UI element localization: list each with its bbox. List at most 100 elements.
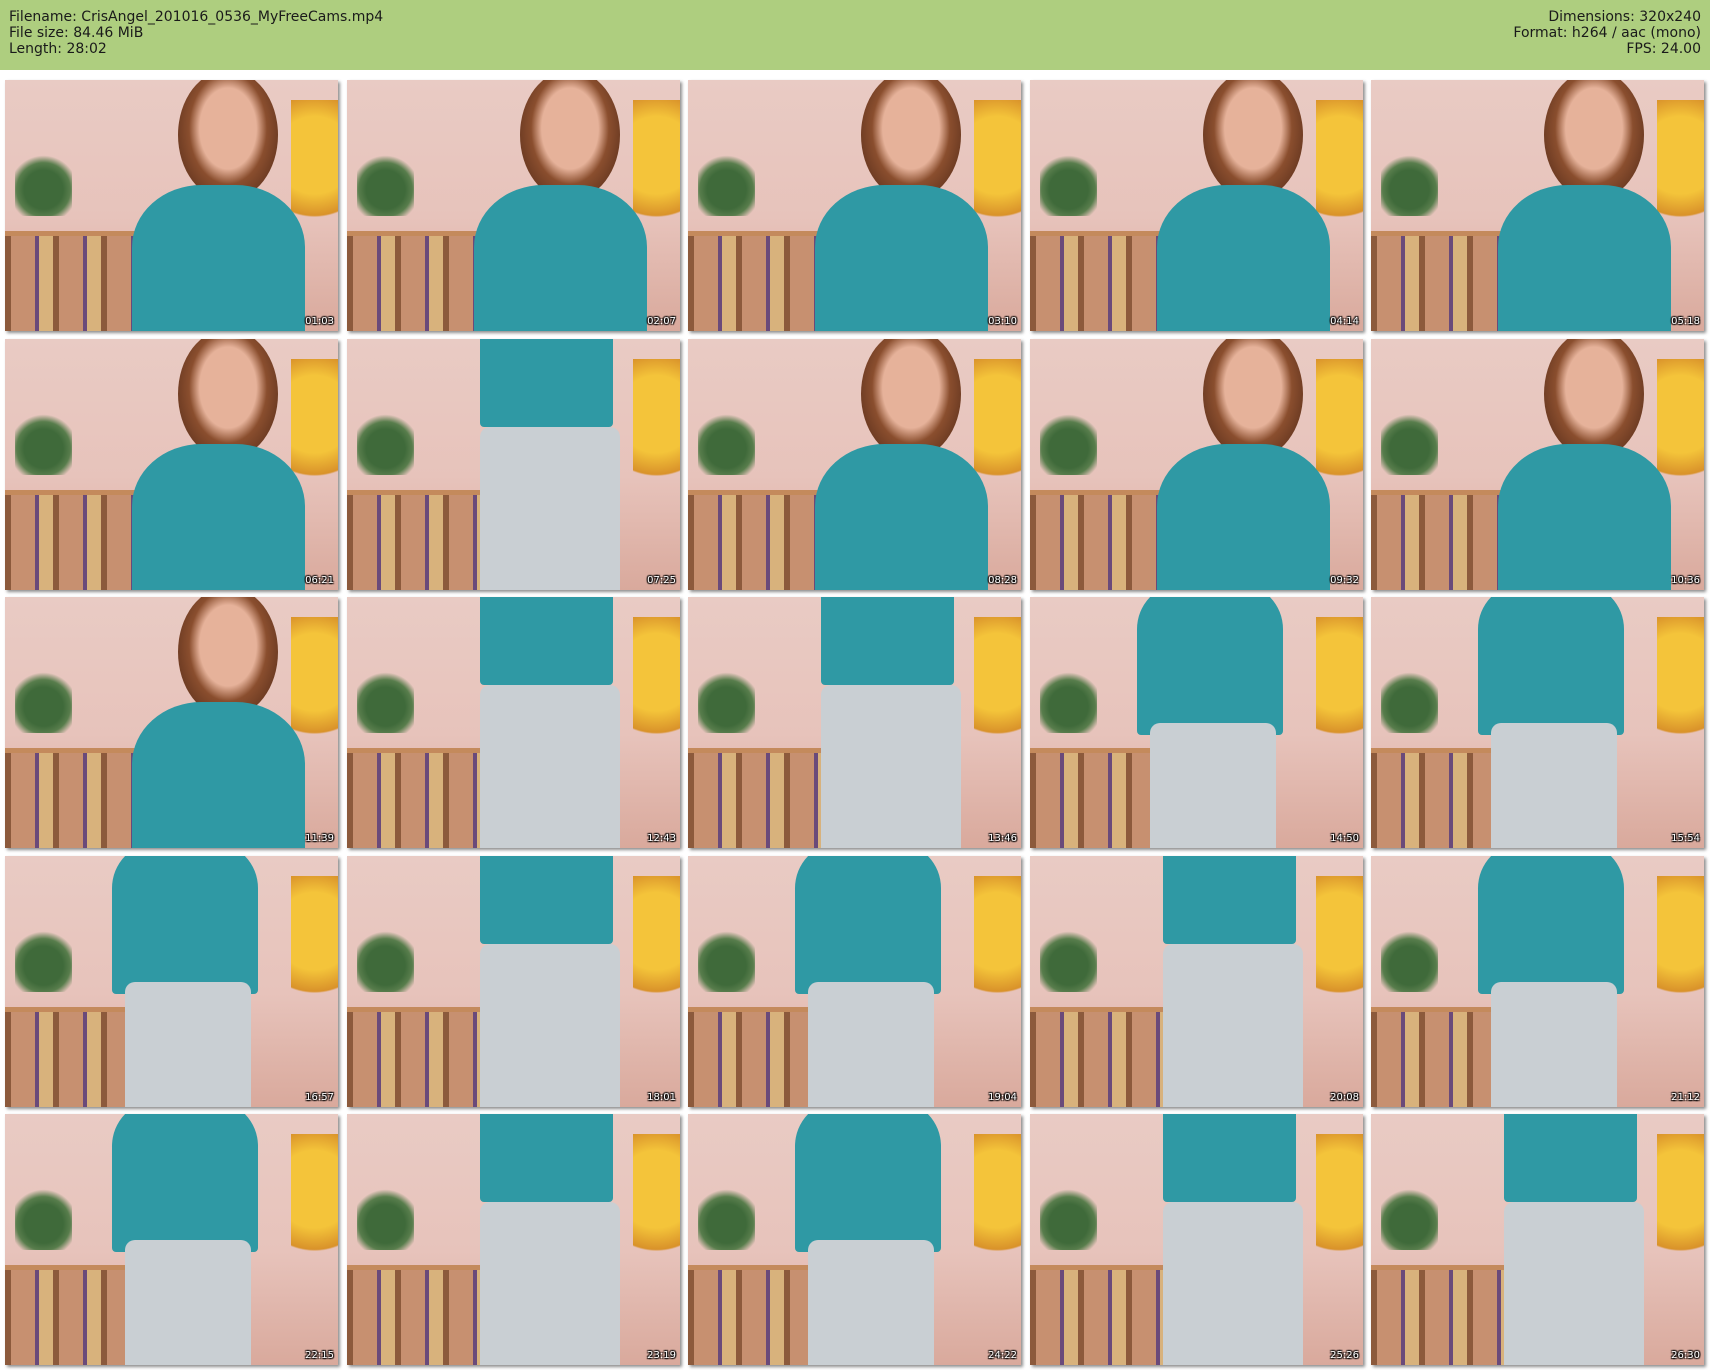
frame-flower	[14, 1184, 72, 1250]
thumbnail-frame: 20:08	[1030, 856, 1363, 1107]
thumbnail-frame: 25:26	[1030, 1114, 1363, 1365]
frame-shirt	[111, 1114, 259, 1253]
frame-flower	[14, 667, 72, 733]
frame-shirt	[1163, 856, 1297, 944]
frame-timestamp: 12:43	[647, 833, 676, 844]
frame-timestamp: 06:21	[305, 575, 334, 586]
format-text: Format: h264 / aac (mono)	[1513, 25, 1701, 41]
thumbnail-frame: 05:18	[1371, 80, 1704, 331]
frame-pants	[480, 684, 621, 848]
frame-flower	[356, 667, 414, 733]
frame-shirt	[1497, 185, 1671, 331]
filesize-text: File size: 84.46 MiB	[9, 25, 144, 41]
frame-shirt	[814, 444, 988, 590]
frame-shirt	[1477, 597, 1625, 736]
frame-shelf	[5, 230, 152, 331]
frame-timestamp: 23:19	[647, 1350, 676, 1361]
frame-shirt	[794, 856, 942, 995]
thumbnail-frame: 01:03	[5, 80, 338, 331]
length-text: Length: 28:02	[9, 41, 107, 57]
thumbnail-frame: 24:22	[688, 1114, 1021, 1365]
frame-flower	[14, 150, 72, 216]
frame-flower	[356, 150, 414, 216]
frame-timestamp: 13:46	[988, 833, 1017, 844]
frame-pants	[807, 1239, 935, 1365]
frame-flower	[697, 1184, 755, 1250]
frame-toy	[1657, 617, 1704, 756]
frame-shirt	[480, 856, 614, 944]
frame-toy	[1657, 100, 1704, 239]
frame-timestamp: 10:36	[1671, 575, 1700, 586]
frame-toy	[291, 876, 338, 1015]
frame-flower	[697, 926, 755, 992]
frame-timestamp: 14:50	[1330, 833, 1359, 844]
frame-flower	[356, 926, 414, 992]
frame-flower	[1039, 667, 1097, 733]
frame-shelf	[688, 747, 835, 848]
frame-shelf	[688, 489, 835, 590]
frame-shelf	[688, 230, 835, 331]
frame-timestamp: 08:28	[988, 575, 1017, 586]
thumbnail-frame: 19:04	[688, 856, 1021, 1107]
frame-pants	[1490, 722, 1618, 848]
frame-pants	[821, 684, 962, 848]
thumbnail-frame: 04:14	[1030, 80, 1363, 331]
frame-shirt	[473, 185, 647, 331]
frame-pants	[1490, 981, 1618, 1107]
frame-flower	[1039, 1184, 1097, 1250]
thumbnail-frame: 07:25	[347, 339, 680, 590]
frame-toy	[1316, 617, 1363, 756]
frame-pants	[1149, 722, 1277, 848]
frame-shelf	[347, 1006, 494, 1107]
frame-shirt	[131, 185, 305, 331]
frame-shelf	[5, 747, 152, 848]
video-info: Dimensions: 320x240 Format: h264 / aac (…	[1513, 9, 1701, 57]
frame-timestamp: 05:18	[1671, 316, 1700, 327]
frame-pants	[1163, 1201, 1304, 1365]
frame-shirt	[1497, 444, 1671, 590]
frame-shirt	[1156, 444, 1330, 590]
frame-toy	[1657, 876, 1704, 1015]
filename-text: Filename: CrisAngel_201016_0536_MyFreeCa…	[9, 9, 384, 25]
frame-flower	[1039, 409, 1097, 475]
frame-flower	[1039, 926, 1097, 992]
frame-toy	[633, 617, 680, 756]
frame-flower	[356, 1184, 414, 1250]
dimensions-text: Dimensions: 320x240	[1548, 9, 1701, 25]
frame-toy	[291, 359, 338, 498]
frame-shelf	[1371, 230, 1518, 331]
frame-flower	[14, 926, 72, 992]
frame-shirt	[1156, 185, 1330, 331]
frame-shelf	[1030, 1006, 1177, 1107]
frame-shirt	[131, 444, 305, 590]
frame-flower	[1380, 667, 1438, 733]
thumbnail-frame: 22:15	[5, 1114, 338, 1365]
file-info: Filename: CrisAngel_201016_0536_MyFreeCa…	[9, 9, 383, 57]
frame-shelf	[347, 747, 494, 848]
frame-toy	[291, 617, 338, 756]
frame-shelf	[1371, 1264, 1518, 1365]
frame-timestamp: 04:14	[1330, 316, 1359, 327]
frame-shelf	[347, 1264, 494, 1365]
frame-timestamp: 16:57	[305, 1092, 334, 1103]
info-header: Filename: CrisAngel_201016_0536_MyFreeCa…	[0, 0, 1710, 70]
frame-shirt	[814, 185, 988, 331]
frame-timestamp: 07:25	[647, 575, 676, 586]
frame-timestamp: 02:07	[647, 316, 676, 327]
frame-flower	[1039, 150, 1097, 216]
frame-toy	[1657, 359, 1704, 498]
frame-pants	[480, 1201, 621, 1365]
frame-flower	[697, 667, 755, 733]
frame-flower	[1380, 926, 1438, 992]
frame-shirt	[480, 339, 614, 427]
thumbnail-frame: 09:32	[1030, 339, 1363, 590]
frame-shirt	[1136, 597, 1284, 736]
thumbnail-frame: 11:39	[5, 597, 338, 848]
thumbnail-frame: 18:01	[347, 856, 680, 1107]
frame-shelf	[1371, 489, 1518, 590]
frame-toy	[974, 100, 1021, 239]
thumbnail-frame: 08:28	[688, 339, 1021, 590]
frame-shirt	[131, 702, 305, 848]
fps-text: FPS: 24.00	[1626, 41, 1701, 57]
thumbnail-frame: 15:54	[1371, 597, 1704, 848]
